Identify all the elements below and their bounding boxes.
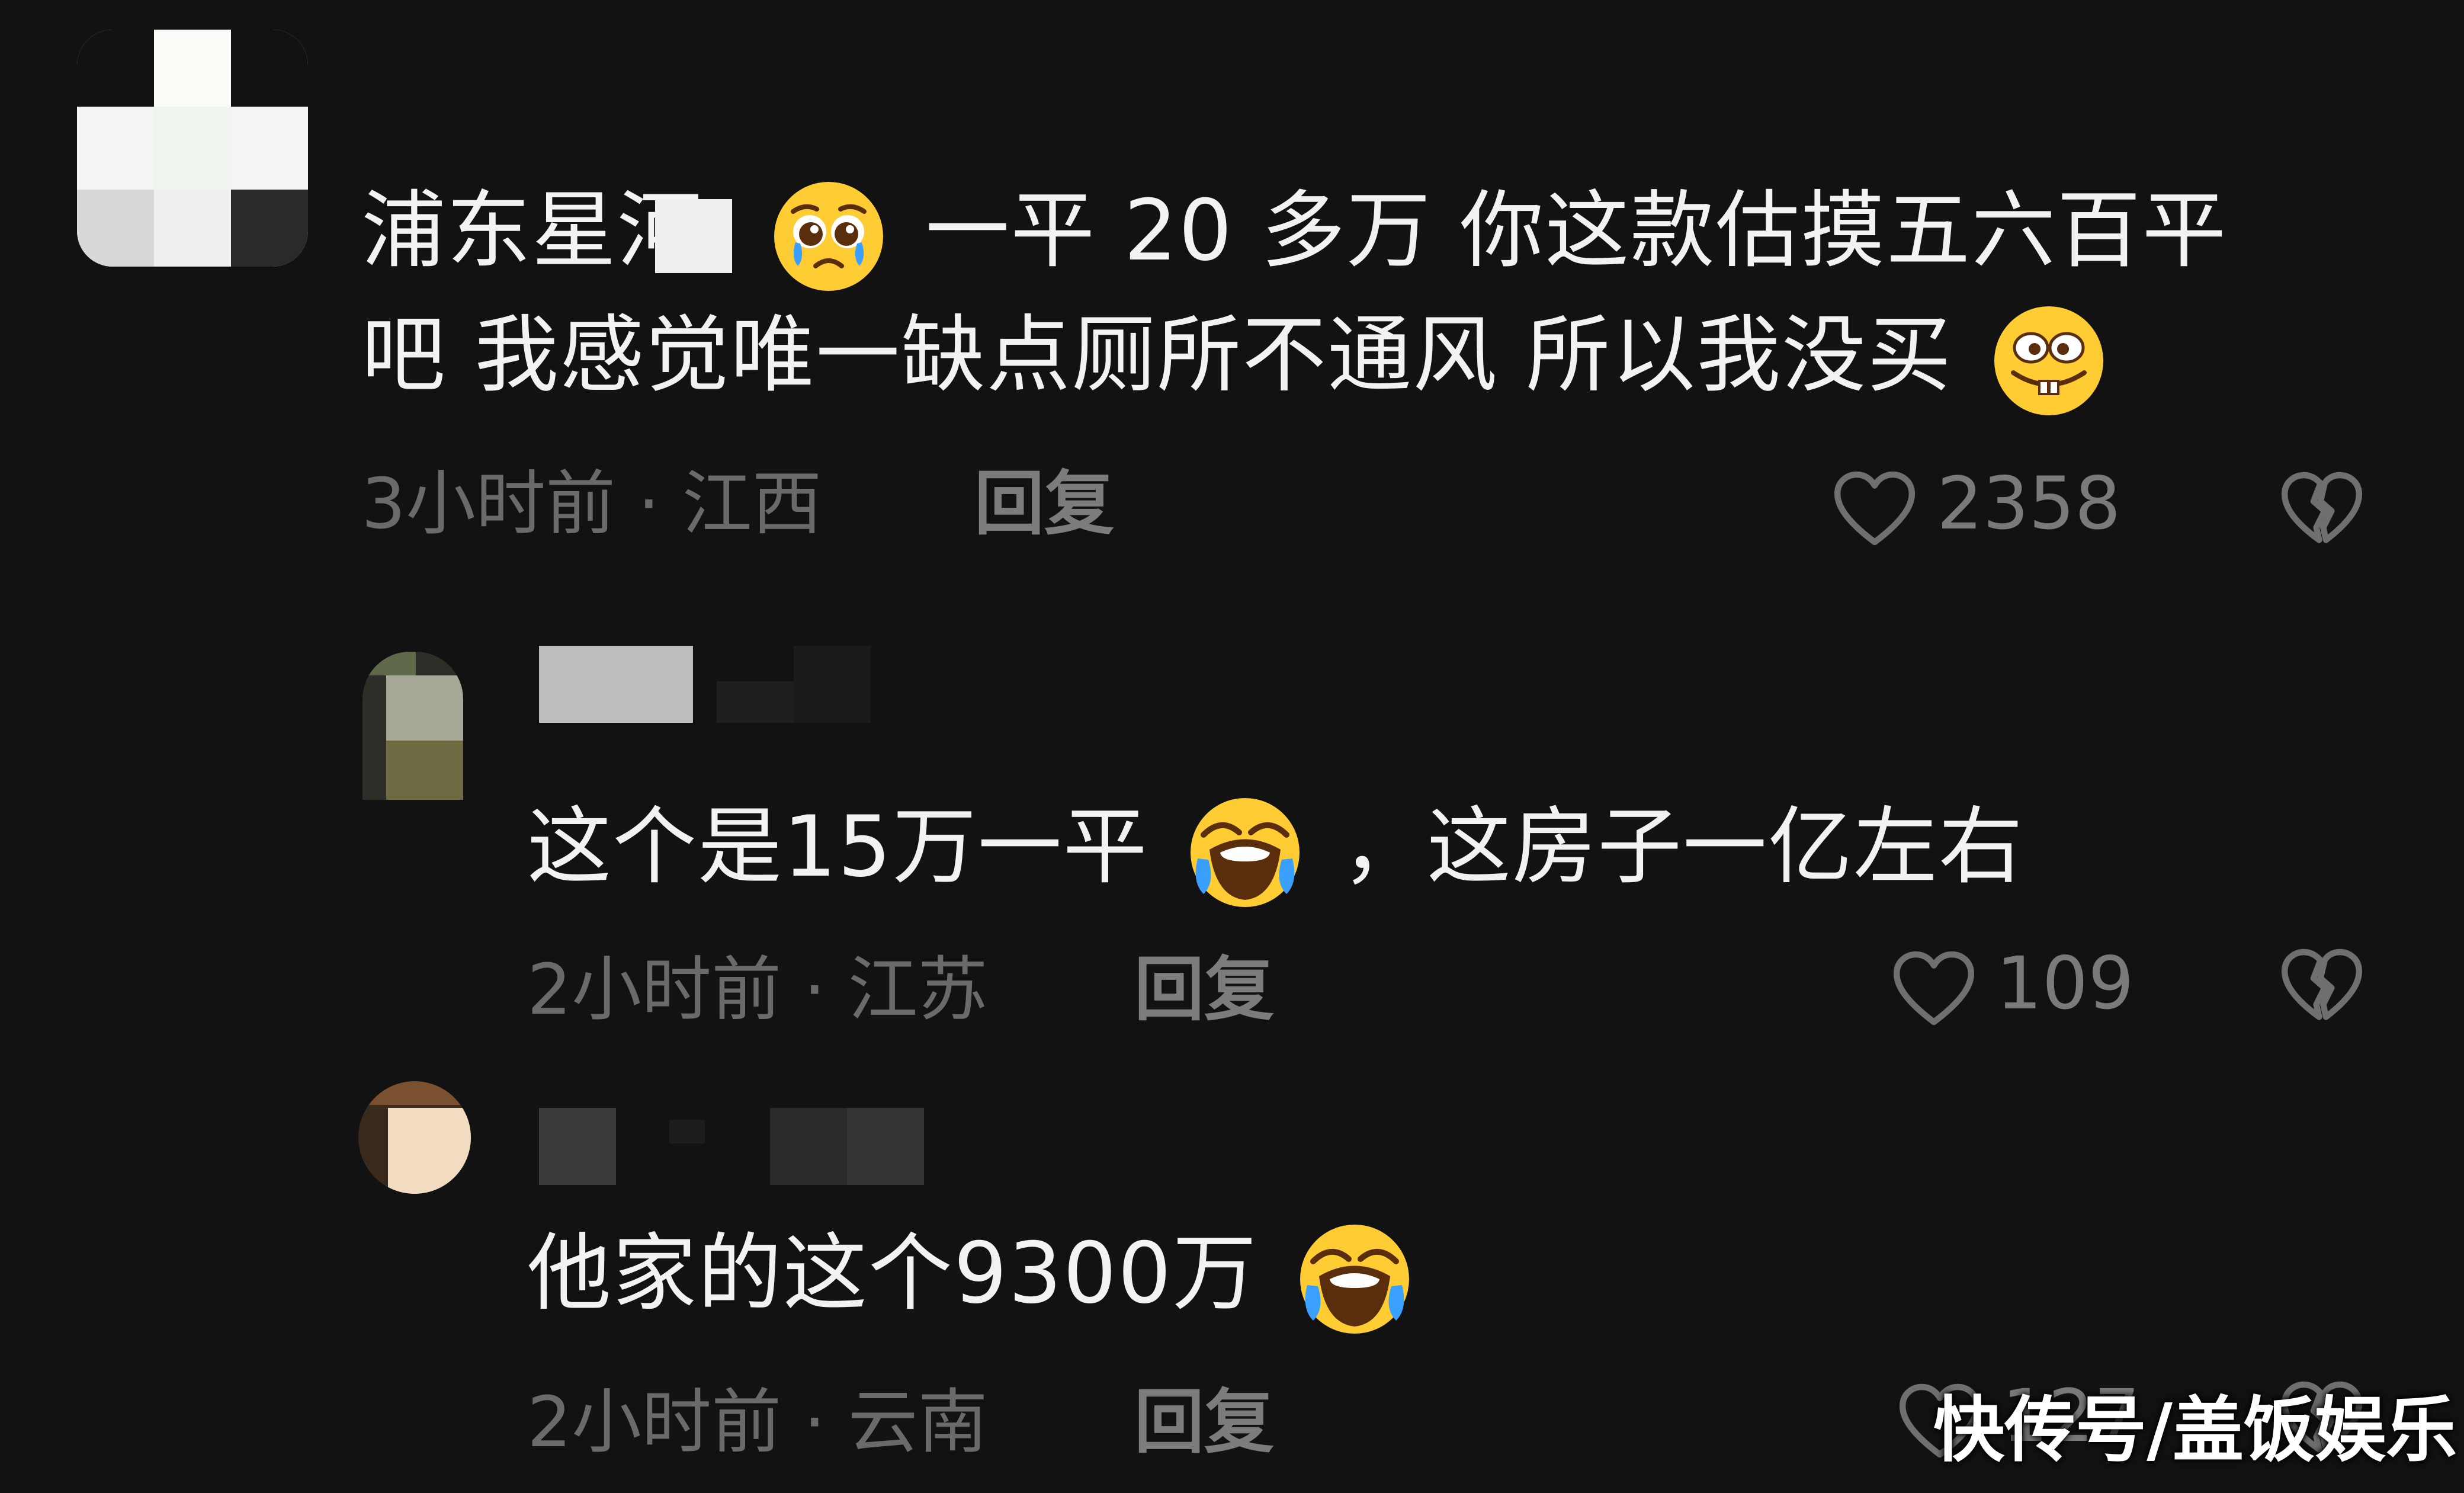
comment-text-line2: 吧 我感觉唯一缺点厕所不通风 所以我没买 [361,293,2118,420]
reply-button[interactable]: 回复 [1134,1383,1274,1460]
avatar[interactable] [362,652,463,800]
comment-text-part: 浦东星河 [361,182,702,280]
comment-timestamp-location: 2小时前 · 云南 [527,1381,988,1463]
comment-text-part: 他家的这个9300万 [527,1225,1258,1322]
comment-text-line1: 浦东星河 一平 20 多万 你这款估摸五六百平 [361,169,2227,296]
broken-heart-icon[interactable] [2280,948,2363,1024]
avatar[interactable] [77,30,308,267]
comment-timestamp-location: 2小时前 · 江苏 [527,949,988,1030]
reply-button[interactable]: 回复 [1134,951,1274,1028]
avatar[interactable] [358,1081,471,1194]
pleading-crying-emoji-icon [774,181,884,291]
redaction-block [655,199,732,274]
comment-timestamp-location: 3小时前 · 江西 [361,463,822,544]
watermark: 快传号/盖饭娱乐 [1933,1389,2457,1472]
comment-text-line1: 他家的这个9300万 [527,1212,1423,1338]
rolling-laughing-tears-emoji-icon [1295,1220,1414,1338]
comment-text-part: 一平 20 多万 你这款估摸五六百平 [925,182,2228,280]
like-button[interactable]: 2358 [1833,462,2129,545]
username-redacted[interactable] [539,1108,924,1185]
comment-text-part: 吧 我感觉唯一缺点厕所不通风 所以我没买 [361,306,1953,404]
reply-button[interactable]: 回复 [974,465,1114,542]
heart-outline-icon [1892,950,1975,1026]
username-redacted[interactable] [539,646,924,723]
heart-outline-icon [1833,470,1916,546]
comment-text-part: 这个是15万一平 [527,798,1148,896]
rolling-laughing-tears-emoji-icon [1186,793,1304,912]
like-count: 2358 [1937,462,2121,546]
comment-text-line1: 这个是15万一平 ，这房子一亿左右 [527,785,2024,912]
buck-teeth-grin-emoji-icon [1994,306,2104,415]
like-button[interactable]: 109 [1892,942,2134,1026]
like-count: 109 [1996,941,2134,1026]
broken-heart-icon[interactable] [2280,471,2363,547]
comment-text-part: ，这房子一亿左右 [1341,798,2024,896]
